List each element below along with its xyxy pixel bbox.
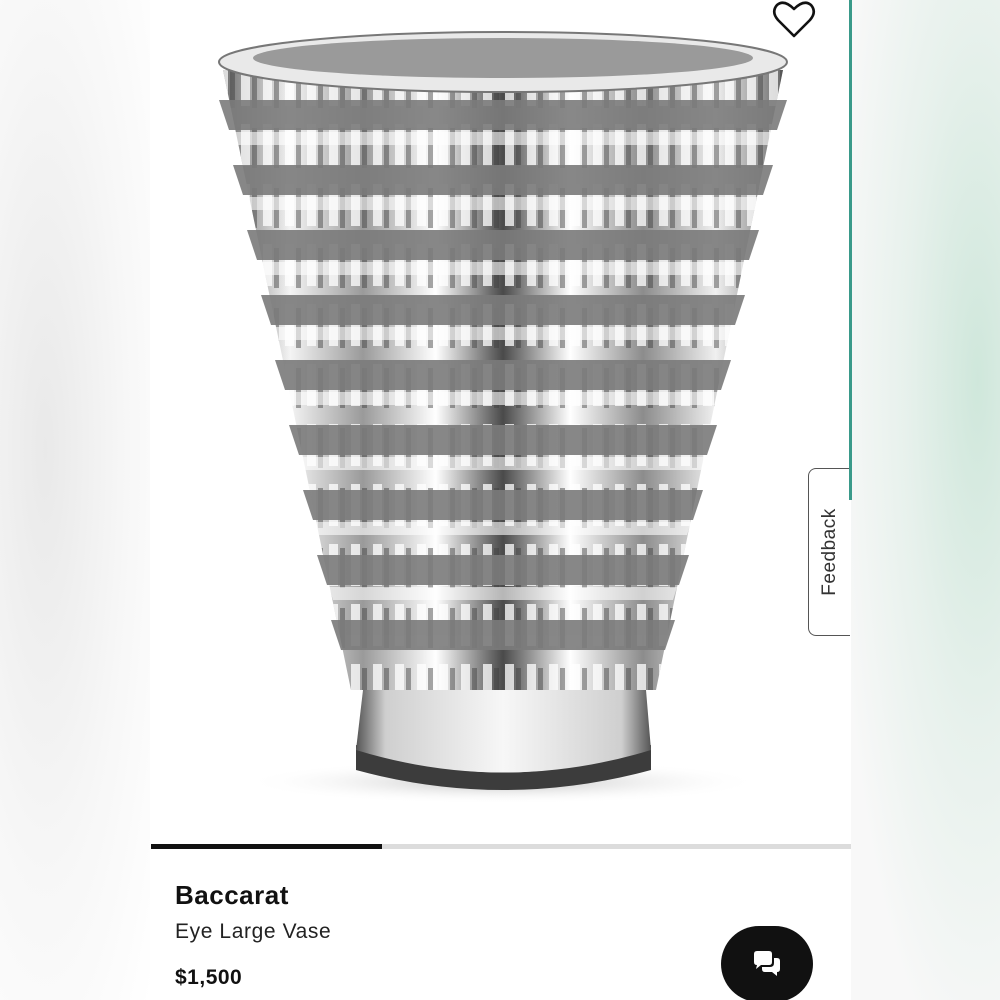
favorite-button[interactable] bbox=[771, 0, 817, 40]
product-price: $1,500 bbox=[175, 966, 243, 989]
feedback-label: Feedback bbox=[818, 508, 840, 596]
heart-outline-icon bbox=[772, 1, 816, 38]
product-brand[interactable]: Baccarat bbox=[175, 880, 289, 911]
gallery-progress-fill bbox=[151, 844, 382, 849]
product-name: Eye Large Vase bbox=[175, 920, 332, 943]
chat-button[interactable] bbox=[721, 926, 813, 1000]
screen-edge bbox=[849, 0, 852, 500]
product-image-vase[interactable] bbox=[151, 0, 851, 840]
background-blur-left bbox=[0, 0, 150, 1000]
gallery-progress-track bbox=[151, 844, 851, 849]
feedback-tab[interactable]: Feedback bbox=[808, 468, 850, 636]
chat-bubbles-icon bbox=[754, 951, 780, 976]
product-screen: Feedback Baccarat Eye Large Vase $1,500 bbox=[151, 0, 851, 1000]
background-blur-right bbox=[850, 0, 1000, 1000]
